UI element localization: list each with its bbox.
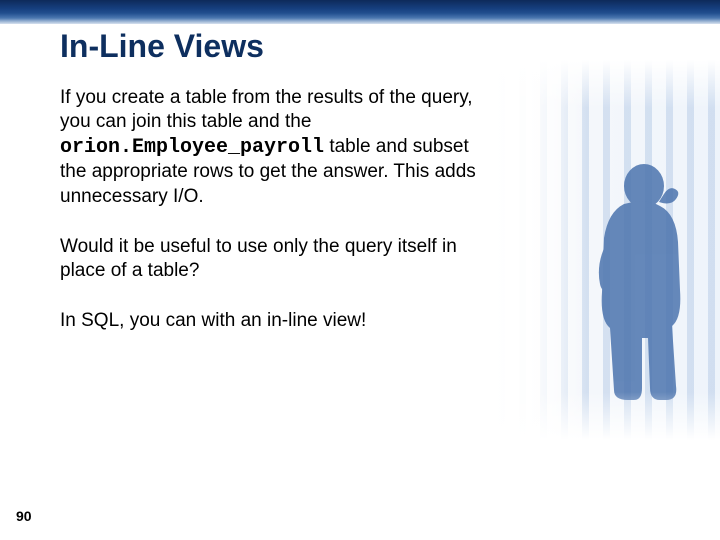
- header-gradient-bar: [0, 0, 720, 24]
- paragraph-2: Would it be useful to use only the query…: [60, 235, 490, 284]
- p1-text-a: If you create a table from the results o…: [60, 87, 473, 132]
- fade-left: [492, 60, 587, 440]
- page-number: 90: [16, 508, 32, 524]
- page-title: In-Line Views: [60, 28, 264, 65]
- decorative-side-image: [492, 60, 720, 440]
- fade-top: [492, 60, 720, 108]
- paragraph-1: If you create a table from the results o…: [60, 86, 490, 209]
- body-text: If you create a table from the results o…: [60, 86, 490, 360]
- paragraph-3: In SQL, you can with an in-line view!: [60, 309, 490, 333]
- code-table-name: orion.Employee_payroll: [60, 136, 324, 159]
- fade-bottom: [492, 392, 720, 440]
